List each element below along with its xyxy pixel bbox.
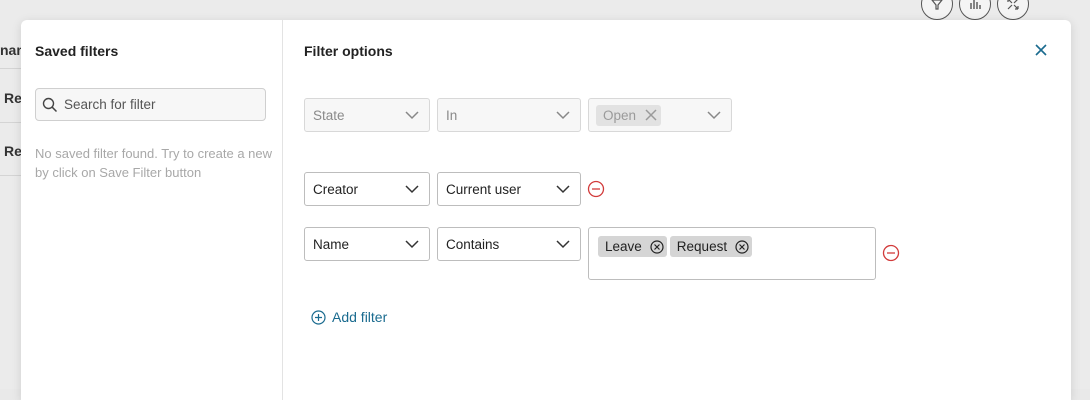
filter-field-value: State [313, 107, 345, 123]
background-row-text: Re [4, 90, 22, 106]
expand-icon[interactable] [997, 0, 1029, 20]
value-chip-leave: Leave [598, 236, 667, 257]
saved-filters-pane: Saved filters No saved filter found. Try… [21, 20, 283, 400]
search-filter-input[interactable] [64, 97, 254, 112]
chevron-down-icon [556, 110, 570, 120]
background-toolbar [921, 0, 1029, 20]
close-icon [644, 108, 658, 122]
filter-operator-select-state: In [437, 98, 581, 132]
filter-options-title: Filter options [304, 43, 393, 59]
filter-operator-value: Contains [446, 236, 500, 252]
plus-circle-icon [311, 309, 326, 325]
filter-value-select-state: Open [588, 98, 732, 132]
x-circle-icon[interactable] [650, 239, 664, 254]
close-icon[interactable] [1032, 41, 1050, 59]
filter-value-input-name[interactable]: Leave Request [588, 227, 876, 280]
saved-filters-title: Saved filters [35, 43, 119, 59]
chevron-down-icon [556, 184, 570, 194]
filter-operator-select-name[interactable]: Contains [437, 227, 581, 261]
chip-label: Leave [605, 239, 642, 254]
background-divider [0, 175, 22, 176]
chip-label: Open [603, 107, 637, 123]
remove-filter-name-button[interactable] [882, 244, 900, 262]
filter-operator-value: Current user [446, 181, 522, 197]
filter-icon[interactable] [921, 0, 953, 20]
chevron-down-icon [556, 239, 570, 249]
remove-filter-creator-button[interactable] [587, 180, 605, 198]
minus-circle-icon [587, 180, 605, 198]
filter-field-value: Creator [313, 181, 359, 197]
filter-operator-select-creator[interactable]: Current user [437, 172, 581, 206]
chevron-down-icon [405, 184, 419, 194]
filter-field-select-state: State [304, 98, 430, 132]
chevron-down-icon [405, 239, 419, 249]
search-icon [42, 97, 58, 113]
background-row-text: Re [4, 143, 22, 159]
filter-modal: Saved filters No saved filter found. Try… [21, 20, 1071, 400]
filter-field-select-creator[interactable]: Creator [304, 172, 430, 206]
add-filter-button[interactable]: Add filter [311, 309, 387, 325]
chevron-down-icon [405, 110, 419, 120]
background-divider [0, 68, 22, 69]
minus-circle-icon [882, 244, 900, 262]
value-chip-request: Request [669, 236, 753, 257]
empty-saved-filters-message: No saved filter found. Try to create a n… [35, 146, 273, 180]
filter-field-value: Name [313, 236, 350, 252]
chip-label: Request [676, 239, 728, 254]
search-filter-box[interactable] [35, 88, 266, 121]
x-circle-icon[interactable] [735, 239, 749, 254]
filter-operator-value: In [446, 107, 458, 123]
add-filter-label: Add filter [332, 309, 388, 325]
chart-icon[interactable] [959, 0, 991, 20]
background-divider [0, 122, 22, 123]
value-chip: Open [596, 104, 662, 126]
filter-field-select-name[interactable]: Name [304, 227, 430, 261]
chevron-down-icon [707, 110, 721, 120]
